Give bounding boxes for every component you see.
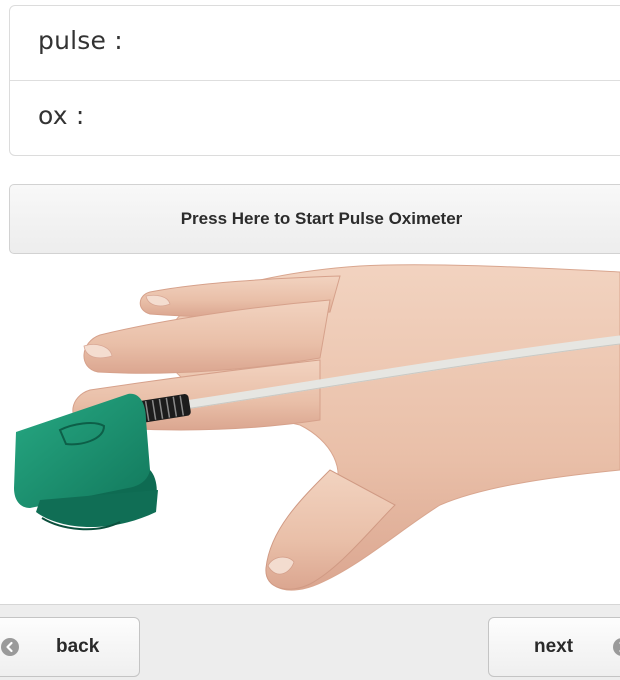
- ox-row: ox :: [10, 81, 620, 156]
- arrow-left-circle-icon: [1, 638, 19, 656]
- ox-label: ox :: [38, 101, 85, 130]
- hand-oximeter-illustration: [14, 264, 620, 591]
- oximeter-clip: [14, 393, 158, 531]
- back-button[interactable]: back: [0, 617, 140, 677]
- arrow-right-circle-icon: [613, 638, 620, 656]
- next-label: next: [534, 636, 574, 657]
- start-pulse-oximeter-button[interactable]: Press Here to Start Pulse Oximeter: [9, 184, 620, 254]
- back-label: back: [56, 636, 100, 657]
- readings-panel: pulse : ox :: [9, 5, 620, 156]
- pulse-label: pulse :: [38, 26, 123, 55]
- pulse-row: pulse :: [10, 6, 620, 81]
- next-button[interactable]: next: [488, 617, 620, 677]
- pulse-oximeter-screen: pulse : ox : Press Here to Start Pulse O…: [0, 0, 620, 680]
- footer-bar: back next: [0, 604, 620, 680]
